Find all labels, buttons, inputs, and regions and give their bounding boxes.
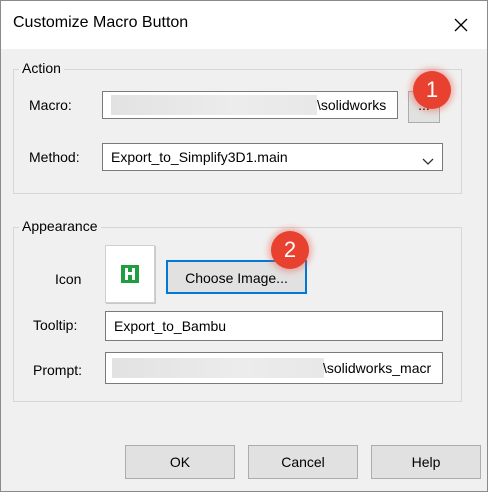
customize-macro-dialog: Customize Macro Button Action Macro: \so… [0, 0, 488, 492]
macro-path-field[interactable]: \solidworks [102, 91, 398, 119]
icon-preview-button[interactable] [105, 245, 155, 303]
ok-label: OK [169, 454, 191, 470]
action-group [13, 69, 462, 194]
macro-path-redacted [111, 95, 317, 115]
method-select[interactable]: Export_to_Simplify3D1.main [102, 143, 443, 171]
method-value: Export_to_Simplify3D1.main [111, 149, 288, 165]
close-icon[interactable] [451, 15, 471, 35]
prompt-field[interactable]: \solidworks_macr [105, 352, 443, 384]
method-label: Method: [29, 149, 80, 165]
help-button[interactable]: Help [371, 445, 481, 479]
annotation-badge-2: 2 [271, 231, 309, 269]
prompt-label: Prompt: [33, 362, 83, 378]
macro-path-text: \solidworks [317, 97, 387, 113]
action-legend: Action [19, 60, 64, 76]
prompt-path-redacted [112, 358, 324, 378]
macro-app-icon [121, 265, 139, 283]
chevron-down-icon [422, 153, 434, 169]
help-label: Help [411, 454, 441, 470]
dialog-title: Customize Macro Button [13, 14, 189, 31]
title-bar: Customize Macro Button [1, 1, 487, 49]
ok-button[interactable]: OK [125, 445, 235, 479]
choose-image-label: Choose Image... [185, 270, 288, 286]
cancel-button[interactable]: Cancel [248, 445, 358, 479]
annotation-badge-1: 1 [413, 71, 451, 109]
icon-label: Icon [55, 271, 82, 287]
cancel-label: Cancel [281, 454, 325, 470]
macro-label: Macro: [29, 97, 72, 113]
prompt-path-text: \solidworks_macr [323, 360, 432, 376]
tooltip-field[interactable]: Export_to_Bambu [105, 311, 443, 341]
appearance-legend: Appearance [19, 218, 101, 234]
tooltip-label: Tooltip: [33, 317, 78, 333]
tooltip-value: Export_to_Bambu [114, 318, 227, 334]
